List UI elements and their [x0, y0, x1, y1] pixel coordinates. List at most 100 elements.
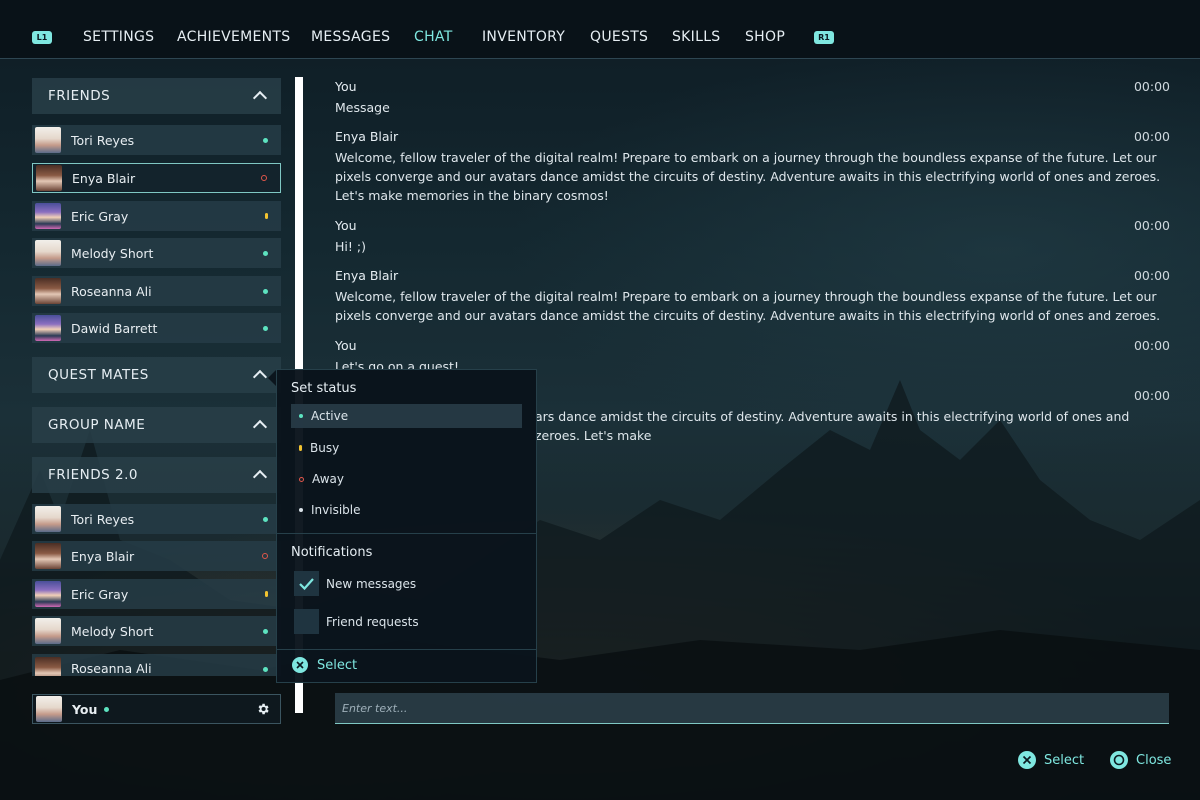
friend-item[interactable]: Roseanna Ali	[32, 654, 281, 676]
avatar	[35, 203, 61, 229]
group-title: QUEST MATES	[48, 367, 149, 383]
chevron-up-icon[interactable]	[252, 90, 268, 106]
message-time: 00:00	[1133, 79, 1170, 94]
friend-item[interactable]: Melody Short	[32, 616, 281, 646]
message-text: Let's go on a quest!	[335, 359, 459, 369]
status-option-label: Away	[312, 472, 344, 486]
friend-name: Eric Gray	[71, 586, 129, 602]
group-header-quest-mates[interactable]: QUEST MATES	[32, 357, 281, 393]
friend-name: Dawid Barrett	[71, 320, 158, 336]
chevron-up-icon[interactable]	[252, 469, 268, 485]
checkbox-label: New messages	[326, 577, 417, 591]
current-user-row[interactable]: You	[32, 694, 281, 724]
status-active-icon	[263, 325, 268, 331]
tab-skills[interactable]: SKILLS	[672, 29, 720, 45]
close-label: Close	[1136, 752, 1172, 768]
friend-item[interactable]: Melody Short	[32, 238, 281, 268]
avatar	[36, 696, 62, 722]
group-header-group-name[interactable]: GROUP NAME	[32, 407, 281, 443]
r1-button-hint[interactable]: R1	[814, 31, 834, 44]
status-busy-icon	[265, 213, 268, 219]
footer-select-button[interactable]: Select	[1018, 751, 1084, 769]
divider	[277, 649, 536, 650]
current-user-name: You	[72, 701, 98, 717]
avatar	[35, 657, 61, 676]
message-time: 00:00	[1133, 268, 1170, 283]
footer-close-button[interactable]: Close	[1110, 751, 1171, 769]
group-title: GROUP NAME	[48, 417, 146, 433]
status-away-icon	[261, 175, 267, 181]
friend-name: Roseanna Ali	[71, 661, 152, 676]
friend-name: Melody Short	[71, 623, 154, 639]
status-option-label: Invisible	[311, 503, 361, 517]
tab-quests[interactable]: QUESTS	[590, 29, 648, 45]
status-option-active[interactable]: Active	[291, 404, 522, 428]
friend-item[interactable]: Tori Reyes	[32, 504, 281, 534]
chat-input[interactable]	[335, 693, 1169, 724]
friend-requests-checkbox[interactable]	[294, 609, 319, 634]
checkmark-icon	[299, 578, 314, 591]
chat-message: You 00:00 Let's go on a quest!	[335, 338, 1170, 369]
select-label: Select	[317, 657, 358, 673]
friend-item[interactable]: Eric Gray	[32, 201, 281, 231]
notifications-title: Notifications	[291, 545, 373, 560]
avatar	[35, 506, 61, 532]
popup-select-button[interactable]: Select	[292, 657, 357, 673]
message-sender: You	[335, 218, 357, 233]
friend-item[interactable]: Eric Gray	[32, 579, 281, 609]
group-header-friends[interactable]: FRIENDS	[32, 78, 281, 114]
friend-item-selected[interactable]: Enya Blair	[32, 163, 281, 193]
status-active-icon	[263, 667, 268, 672]
set-status-title: Set status	[291, 381, 357, 396]
tab-achievements[interactable]: ACHIEVEMENTS	[177, 29, 290, 45]
checkbox-label: Friend requests	[326, 615, 419, 629]
status-option-invisible[interactable]: Invisible	[291, 498, 522, 522]
gear-icon[interactable]	[256, 702, 270, 716]
friend-item[interactable]: Enya Blair	[32, 541, 281, 571]
tab-messages[interactable]: MESSAGES	[311, 29, 390, 45]
friend-name: Enya Blair	[72, 170, 136, 186]
avatar	[35, 543, 61, 569]
status-active-icon	[263, 137, 268, 143]
avatar	[35, 581, 61, 607]
status-invisible-icon	[299, 508, 303, 512]
new-messages-checkbox[interactable]	[294, 571, 319, 596]
tab-shop[interactable]: SHOP	[745, 29, 785, 45]
avatar	[35, 240, 61, 266]
tab-settings[interactable]: SETTINGS	[83, 29, 154, 45]
chat-message: Enya Blair 00:00 Welcome, fellow traveler…	[335, 268, 1170, 325]
chevron-up-icon[interactable]	[252, 419, 268, 435]
message-sender: Enya Blair	[335, 129, 399, 144]
friend-name: Enya Blair	[71, 548, 135, 564]
status-busy-icon	[265, 591, 268, 597]
chat-message: You 00:00 Hi! ;)	[335, 218, 1170, 256]
avatar	[35, 278, 61, 304]
friend-item[interactable]: Tori Reyes	[32, 125, 281, 155]
divider	[277, 533, 536, 534]
status-active-icon	[263, 628, 268, 634]
tab-inventory[interactable]: INVENTORY	[482, 29, 565, 45]
chevron-up-icon[interactable]	[252, 369, 268, 385]
top-navigation: L1 SETTINGS ACHIEVEMENTS MESSAGES CHAT I…	[0, 0, 1200, 59]
cross-button-icon	[1018, 751, 1036, 769]
status-active-icon	[263, 250, 268, 256]
friend-name: Tori Reyes	[71, 511, 135, 527]
group-title: FRIENDS	[48, 88, 111, 104]
friend-item[interactable]: Dawid Barrett	[32, 313, 281, 343]
status-active-icon	[104, 706, 110, 712]
message-time: 00:00	[1133, 388, 1170, 403]
status-option-busy[interactable]: Busy	[291, 436, 522, 460]
tab-chat[interactable]: CHAT	[414, 29, 453, 45]
message-time: 00:00	[1133, 218, 1170, 233]
l1-button-hint[interactable]: L1	[32, 31, 52, 44]
status-option-away[interactable]: Away	[291, 467, 522, 491]
select-label: Select	[1044, 752, 1085, 768]
message-time: 00:00	[1133, 338, 1170, 353]
cross-button-icon	[292, 657, 308, 673]
message-text: Welcome, fellow traveler of the digital …	[335, 289, 1161, 323]
avatar	[35, 618, 61, 644]
status-settings-popup: Set status Active Busy Away Invisible No…	[276, 369, 537, 683]
status-active-icon	[299, 414, 303, 418]
group-header-friends-2[interactable]: FRIENDS 2.0	[32, 457, 281, 493]
friend-item[interactable]: Roseanna Ali	[32, 276, 281, 306]
